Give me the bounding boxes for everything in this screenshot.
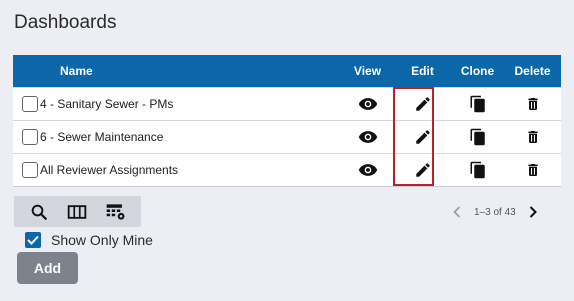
show-only-mine-checkbox[interactable] [25, 232, 41, 248]
eye-icon[interactable] [357, 126, 379, 148]
page-title: Dashboards [14, 12, 117, 33]
pagination: 1–3 of 43 [450, 203, 540, 221]
table-row: 6 - Sewer Maintenance [13, 120, 561, 153]
table-row: All Reviewer Assignments [13, 153, 561, 186]
eye-icon[interactable] [357, 159, 379, 181]
table-settings-icon[interactable] [103, 200, 129, 224]
copy-icon[interactable] [467, 159, 489, 181]
row-checkbox[interactable] [22, 96, 38, 112]
column-header-edit: Edit [411, 64, 434, 78]
trash-icon[interactable] [522, 126, 544, 148]
columns-icon[interactable] [64, 200, 90, 224]
table-toolbar [14, 196, 141, 227]
pencil-icon[interactable] [412, 126, 434, 148]
table-row: 4 - Sanitary Sewer - PMs [13, 87, 561, 120]
add-button[interactable]: Add [17, 252, 78, 284]
copy-icon[interactable] [467, 93, 489, 115]
column-header-delete: Delete [514, 64, 551, 78]
dashboard-name: 4 - Sanitary Sewer - PMs [40, 97, 174, 111]
trash-icon[interactable] [522, 159, 544, 181]
row-checkbox[interactable] [22, 162, 38, 178]
next-page-icon[interactable] [526, 205, 540, 219]
show-only-mine-filter: Show Only Mine [25, 232, 153, 248]
pencil-icon[interactable] [412, 159, 434, 181]
table-header: Name View Edit Clone Delete [13, 55, 561, 87]
column-header-clone: Clone [460, 64, 495, 78]
previous-page-icon[interactable] [450, 205, 464, 219]
copy-icon[interactable] [467, 126, 489, 148]
eye-icon[interactable] [357, 93, 379, 115]
search-icon[interactable] [26, 200, 52, 224]
pencil-icon[interactable] [412, 93, 434, 115]
row-checkbox[interactable] [22, 129, 38, 145]
dashboards-table: Name View Edit Clone Delete 4 - Sanitary… [13, 55, 561, 187]
dashboard-name: All Reviewer Assignments [40, 163, 179, 177]
page-range: 1–3 of 43 [474, 206, 516, 218]
column-header-name: Name [60, 64, 93, 78]
show-only-mine-label: Show Only Mine [51, 232, 153, 248]
column-header-view: View [353, 64, 382, 78]
trash-icon[interactable] [522, 93, 544, 115]
dashboard-name: 6 - Sewer Maintenance [40, 130, 164, 144]
